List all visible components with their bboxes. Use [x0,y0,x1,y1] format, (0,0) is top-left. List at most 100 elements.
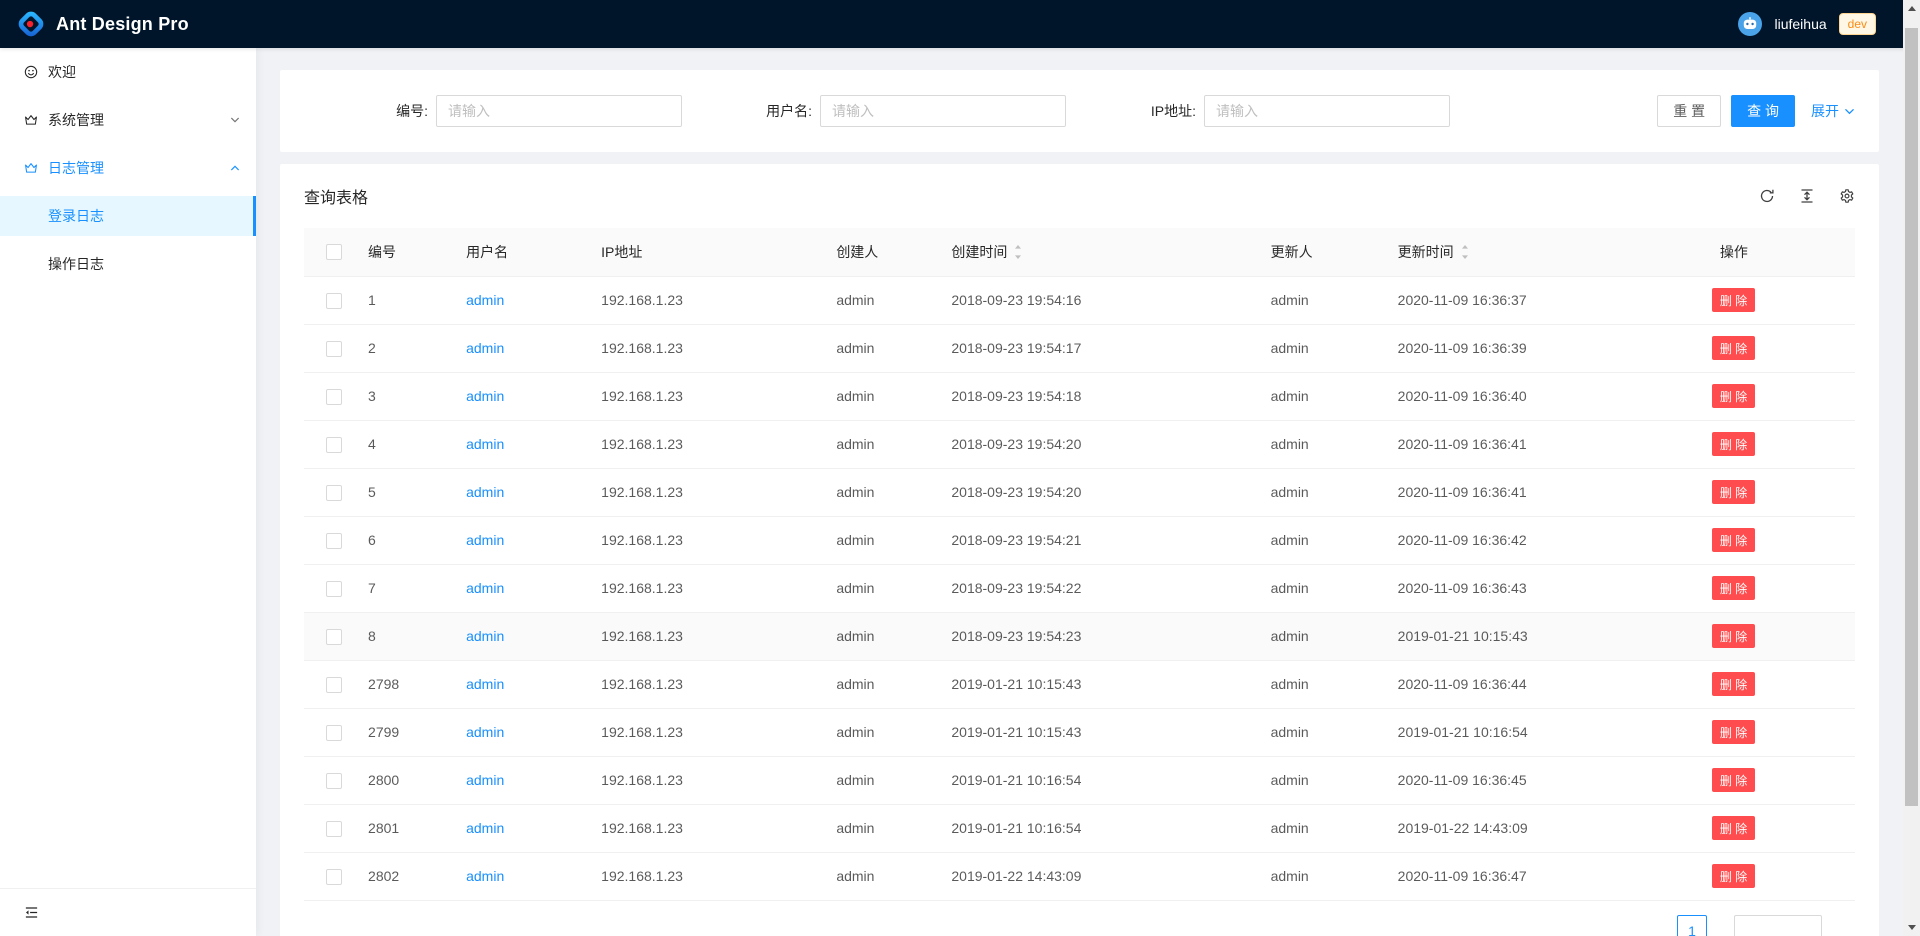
delete-button[interactable]: 删 除 [1712,480,1755,504]
row-checkbox[interactable] [326,629,342,645]
delete-button[interactable]: 删 除 [1712,288,1755,312]
reload-icon[interactable] [1759,188,1775,204]
delete-button[interactable]: 删 除 [1712,720,1755,744]
row-select-cell [304,372,360,420]
reset-button[interactable]: 重 置 [1657,95,1721,127]
row-checkbox[interactable] [326,341,342,357]
cell-actions: 删 除 [1712,708,1855,756]
cell-updated_at: 2020-11-09 16:36:44 [1390,660,1712,708]
delete-button[interactable]: 删 除 [1712,432,1755,456]
row-checkbox[interactable] [326,773,342,789]
delete-button[interactable]: 删 除 [1712,624,1755,648]
row-checkbox[interactable] [326,533,342,549]
delete-button[interactable]: 删 除 [1712,672,1755,696]
row-checkbox[interactable] [326,725,342,741]
cell-updater: admin [1263,756,1390,804]
username-link[interactable]: admin [466,820,504,836]
delete-button[interactable]: 删 除 [1712,576,1755,600]
search-fields: 编号:用户名:IP地址: [304,95,1450,127]
username-link[interactable]: admin [466,484,504,500]
cell-created_at: 2018-09-23 19:54:20 [943,420,1262,468]
scrollbar-down-arrow[interactable] [1903,919,1920,936]
cell-creator: admin [828,564,943,612]
username-link[interactable]: admin [466,772,504,788]
delete-button[interactable]: 删 除 [1712,384,1755,408]
scrollbar-thumb[interactable] [1905,28,1918,806]
cell-updated_at: 2020-11-09 16:36:39 [1390,324,1712,372]
cell-creator: admin [828,324,943,372]
row-checkbox[interactable] [326,581,342,597]
delete-button[interactable]: 删 除 [1712,816,1755,840]
id-input[interactable] [436,95,682,127]
setting-icon[interactable] [1839,188,1855,204]
row-select-cell [304,324,360,372]
page-size-select[interactable] [1734,915,1822,936]
column-header-更新时间[interactable]: 更新时间 [1390,228,1712,276]
cell-ip: 192.168.1.23 [593,420,828,468]
sidebar-item-login-log[interactable]: 登录日志 [0,196,256,236]
chevron-down-icon [1844,106,1855,117]
username-link[interactable]: admin [466,580,504,596]
sorter-icon[interactable] [1007,244,1023,260]
menu-fold-icon[interactable] [24,905,39,920]
column-header-IP地址: IP地址 [593,228,828,276]
cell-updater: admin [1263,276,1390,324]
delete-button[interactable]: 删 除 [1712,336,1755,360]
cell-updated_at: 2020-11-09 16:36:43 [1390,564,1712,612]
username-link[interactable]: admin [466,628,504,644]
row-checkbox[interactable] [326,485,342,501]
cell-updater: admin [1263,564,1390,612]
cell-id: 2798 [360,660,458,708]
row-select-cell [304,852,360,900]
column-height-icon[interactable] [1799,188,1815,204]
row-checkbox[interactable] [326,869,342,885]
row-checkbox[interactable] [326,293,342,309]
cell-username: admin [458,516,593,564]
pagination-page-button[interactable]: 1 [1677,915,1707,936]
select-all-checkbox[interactable] [326,244,342,260]
scrollbar-up-arrow[interactable] [1903,0,1920,17]
column-header-创建时间[interactable]: 创建时间 [943,228,1262,276]
sidebar-item-label: 登录日志 [48,206,104,226]
env-tag: dev [1839,13,1876,35]
username-link[interactable]: admin [466,532,504,548]
scrollbar[interactable] [1903,0,1920,936]
table-row: 2802admin192.168.1.23admin2019-01-22 14:… [304,852,1855,900]
expand-link[interactable]: 展开 [1811,101,1855,121]
sidebar-item-welcome[interactable]: 欢迎 [0,52,256,92]
row-select-cell [304,804,360,852]
user-avatar-icon[interactable] [1738,12,1762,36]
row-checkbox[interactable] [326,677,342,693]
table-row: 2800admin192.168.1.23admin2019-01-21 10:… [304,756,1855,804]
chevron-up-icon [230,163,240,173]
delete-button[interactable]: 删 除 [1712,864,1755,888]
field-label-username: 用户名: [688,101,820,121]
brand[interactable]: Ant Design Pro [16,9,189,39]
cell-updater: admin [1263,852,1390,900]
row-checkbox[interactable] [326,821,342,837]
username-link[interactable]: admin [466,388,504,404]
row-checkbox[interactable] [326,389,342,405]
cell-id: 1 [360,276,458,324]
ip-input[interactable] [1204,95,1450,127]
sorter-icon[interactable] [1454,244,1470,260]
sidebar-item-logs[interactable]: 日志管理 [0,148,256,188]
user-name[interactable]: liufeihua [1774,16,1826,32]
username-link[interactable]: admin [466,292,504,308]
row-checkbox[interactable] [326,437,342,453]
username-link[interactable]: admin [466,436,504,452]
sidebar-item-label: 日志管理 [48,158,104,178]
column-header-用户名: 用户名 [458,228,593,276]
delete-button[interactable]: 删 除 [1712,768,1755,792]
username-input[interactable] [820,95,1066,127]
sidebar-item-system[interactable]: 系统管理 [0,100,256,140]
cell-ip: 192.168.1.23 [593,756,828,804]
username-link[interactable]: admin [466,868,504,884]
username-link[interactable]: admin [466,676,504,692]
username-link[interactable]: admin [466,724,504,740]
sidebar-item-operation-log[interactable]: 操作日志 [0,244,256,284]
username-link[interactable]: admin [466,340,504,356]
delete-button[interactable]: 删 除 [1712,528,1755,552]
query-button[interactable]: 查 询 [1731,95,1795,127]
cell-updated_at: 2020-11-09 16:36:37 [1390,276,1712,324]
